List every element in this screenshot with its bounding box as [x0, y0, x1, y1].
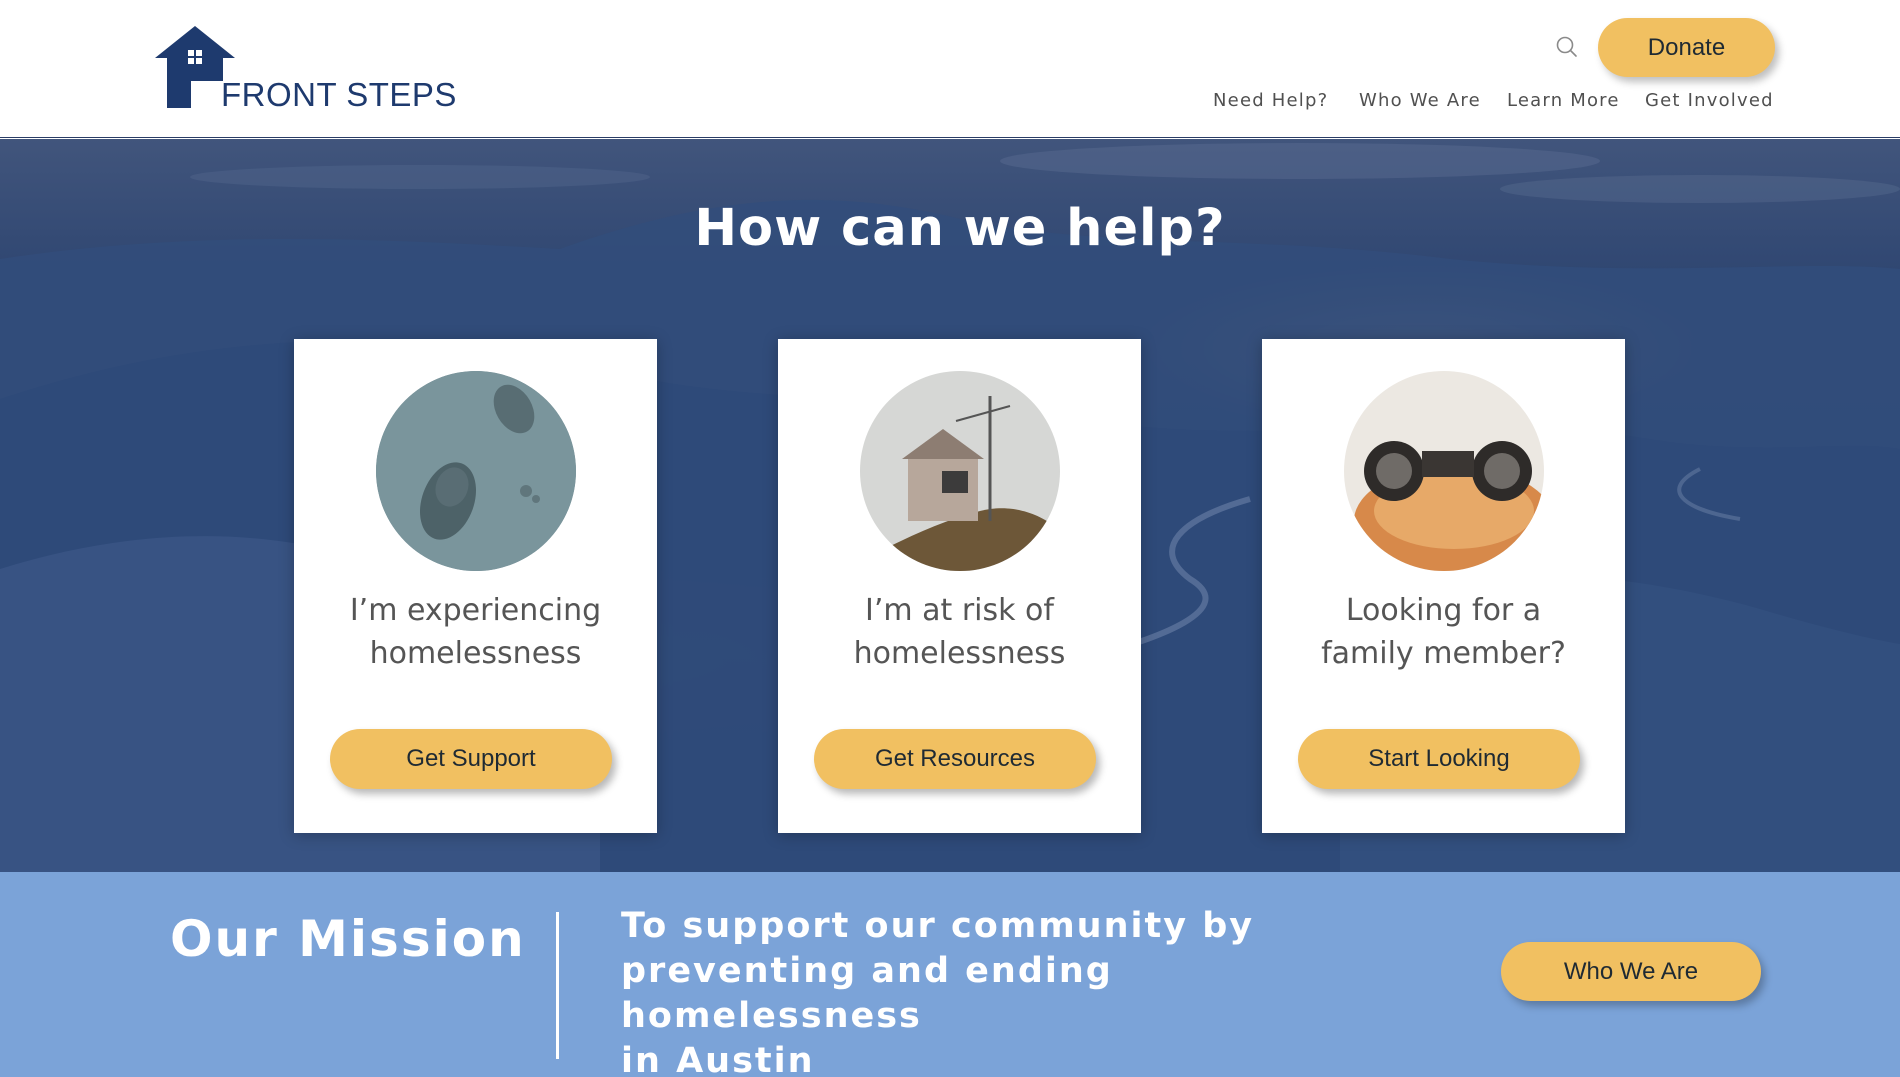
- nav-get-involved[interactable]: Get Involved: [1645, 90, 1774, 111]
- site-logo[interactable]: FRONT STEPS: [155, 26, 456, 113]
- nav-need-help[interactable]: Need Help?: [1213, 90, 1328, 111]
- main-nav: Need Help? Who We Are Learn More Get Inv…: [1200, 90, 1775, 114]
- binoculars-image: [1344, 371, 1544, 571]
- help-card-at-risk: I’m at risk of homelessness Get Resource…: [778, 339, 1141, 833]
- card-text: Looking for a family member?: [1282, 589, 1605, 675]
- mission-statement: To support our community by preventing a…: [621, 904, 1361, 1077]
- card-text-line: family member?: [1321, 636, 1566, 671]
- start-looking-button[interactable]: Start Looking: [1298, 729, 1580, 789]
- help-card-family: Looking for a family member? Start Looki…: [1262, 339, 1625, 833]
- footprints-image: [376, 371, 576, 571]
- mission-section: Our Mission To support our community by …: [0, 872, 1900, 1077]
- card-text-line: homelessness: [853, 636, 1066, 671]
- cabin-image: [860, 371, 1060, 571]
- mission-title: Our Mission: [170, 910, 526, 968]
- card-text-line: I’m experiencing: [349, 593, 602, 628]
- nav-who-we-are[interactable]: Who We Are: [1359, 90, 1481, 111]
- mission-statement-line: preventing and ending homelessness: [621, 951, 1113, 1036]
- help-card-experiencing: I’m experiencing homelessness Get Suppor…: [294, 339, 657, 833]
- hero-title: How can we help?: [694, 199, 1226, 258]
- mission-divider: [556, 912, 559, 1059]
- nav-learn-more[interactable]: Learn More: [1507, 90, 1620, 111]
- card-text-line: I’m at risk of: [865, 593, 1054, 628]
- card-text-line: Looking for a: [1345, 593, 1542, 628]
- mission-statement-line: in Austin: [621, 1041, 815, 1077]
- get-support-button[interactable]: Get Support: [330, 729, 612, 789]
- logo-text: FRONT STEPS: [221, 76, 457, 113]
- hero-section: How can we help? I’m experiencing homele…: [0, 139, 1900, 872]
- mission-statement-line: To support our community by: [621, 906, 1255, 946]
- card-text: I’m at risk of homelessness: [798, 589, 1121, 675]
- get-resources-button[interactable]: Get Resources: [814, 729, 1096, 789]
- site-header: FRONT STEPS Donate Need Help? Who We Are…: [0, 0, 1900, 138]
- donate-button[interactable]: Donate: [1598, 18, 1775, 77]
- who-we-are-button[interactable]: Who We Are: [1501, 942, 1761, 1001]
- search-icon[interactable]: [1555, 35, 1579, 59]
- card-text: I’m experiencing homelessness: [314, 589, 637, 675]
- card-text-line: homelessness: [369, 636, 582, 671]
